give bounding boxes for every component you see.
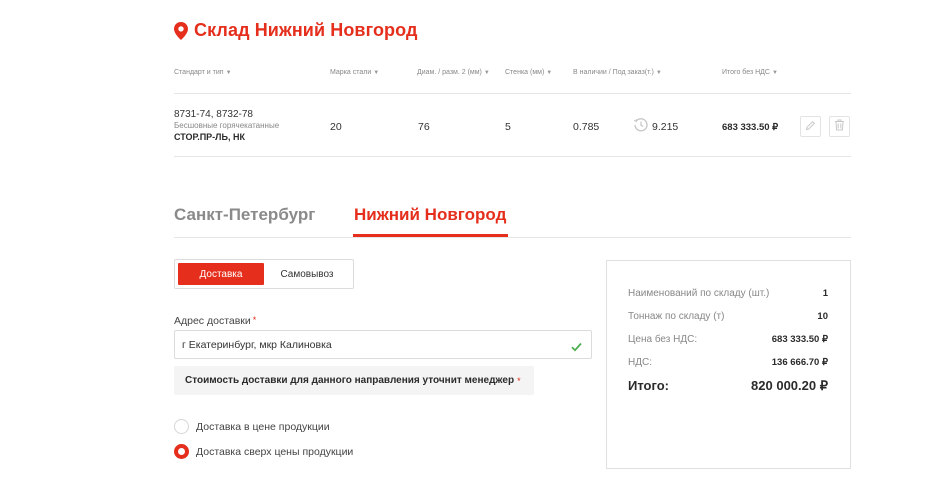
summary-label: Цена без НДС: [628, 334, 698, 345]
summary-total-row: Итого: 820 000.20 ₽ [628, 378, 828, 394]
sort-caret-icon: ▼ [655, 70, 662, 76]
tab-saint-petersburg[interactable]: Санкт-Петербург [174, 205, 315, 225]
sort-caret-icon: ▼ [546, 70, 553, 76]
row-total: 683 333.50 ₽ [722, 122, 779, 133]
column-header-wall[interactable]: Стенка (мм) ▼ [505, 69, 552, 76]
summary-row-vat: НДС: 136 666.70 ₽ [628, 357, 828, 368]
column-header-standard[interactable]: Стандарт и тип ▼ [174, 69, 232, 76]
row-type: Бесшовные горячекатанные [174, 121, 280, 130]
column-header-label: В наличии / Под заказ(т.) [573, 69, 654, 76]
location-pin-icon [174, 21, 188, 40]
address-input[interactable] [174, 330, 592, 359]
delete-icon [834, 118, 845, 136]
summary-total-value: 820 000.20 ₽ [751, 378, 828, 393]
delivery-option-included[interactable]: Доставка в цене продукции [174, 419, 330, 434]
warehouse-title: Склад Нижний Новгород [194, 20, 418, 40]
summary-value: 1 [822, 288, 828, 299]
column-header-label: Диам. / разм. 2 (мм) [417, 69, 482, 76]
radio-label: Доставка сверх цены продукции [196, 445, 354, 458]
delivery-cost-note-text: Стоимость доставки для данного направлен… [185, 375, 515, 386]
radio-button-checked[interactable] [174, 444, 189, 459]
sort-caret-icon: ▼ [373, 70, 380, 76]
summary-value: 10 [817, 311, 828, 322]
radio-label: Доставка в цене продукции [196, 420, 330, 433]
delivery-button[interactable]: Доставка [178, 263, 264, 285]
radio-button[interactable] [174, 419, 189, 434]
sort-caret-icon: ▼ [483, 70, 490, 76]
summary-total-label: Итого: [628, 378, 669, 393]
column-header-total[interactable]: Итого без НДС ▼ [722, 69, 778, 76]
row-on-order: 9.215 [652, 121, 679, 133]
edit-icon [805, 118, 816, 136]
sort-caret-icon: ▼ [225, 70, 232, 76]
tab-nizhny-novgorod[interactable]: Нижний Новгород [354, 205, 506, 225]
sort-caret-icon: ▼ [771, 70, 778, 76]
summary-value: 683 333.50 ₽ [771, 334, 828, 345]
row-in-stock: 0.785 [573, 121, 600, 133]
column-header-label: Стенка (мм) [505, 69, 545, 76]
summary-row-price: Цена без НДС: 683 333.50 ₽ [628, 334, 828, 345]
column-header-steel[interactable]: Марка стали ▼ [330, 69, 379, 76]
column-header-availability[interactable]: В наличии / Под заказ(т.) ▼ [573, 69, 662, 76]
edit-button[interactable] [800, 116, 821, 137]
row-steel: 20 [330, 121, 342, 133]
delivery-option-extra[interactable]: Доставка сверх цены продукции [174, 444, 353, 459]
summary-row-tonnage: Тоннаж по складу (т) 10 [628, 311, 828, 322]
row-wall: 5 [505, 121, 511, 133]
required-mark: * [252, 315, 257, 325]
delivery-method-toggle: Доставка Самовывоз [174, 259, 354, 289]
column-header-diameter[interactable]: Диам. / разм. 2 (мм) ▼ [417, 69, 490, 76]
column-header-label: Марка стали [330, 69, 372, 76]
column-header-label: Стандарт и тип [174, 69, 224, 76]
pickup-button[interactable]: Самовывоз [264, 263, 350, 285]
row-diameter: 76 [418, 121, 430, 133]
summary-label: Тоннаж по складу (т) [628, 311, 725, 322]
clock-icon [633, 117, 649, 133]
column-header-label: Итого без НДС [722, 69, 770, 76]
summary-value: 136 666.70 ₽ [771, 357, 828, 368]
table-header-divider [174, 93, 851, 94]
summary-label: Наименований по складу (шт.) [628, 288, 770, 299]
delivery-cost-note: Стоимость доставки для данного направлен… [174, 366, 534, 395]
row-product-name: СТОР.ПР-ЛЬ, НК [174, 132, 245, 142]
address-label: Адрес доставки * [174, 315, 256, 327]
summary-label: НДС: [628, 357, 652, 368]
summary-row-items: Наименований по складу (шт.) 1 [628, 288, 828, 299]
address-label-text: Адрес доставки [174, 315, 251, 327]
table-row-divider [174, 156, 851, 157]
active-tab-indicator [353, 234, 508, 237]
checkmark-icon [571, 339, 582, 352]
warehouse-header: Склад Нижний Новгород [174, 20, 418, 41]
row-standard: 8731-74, 8732-78 [174, 109, 253, 120]
required-mark: * [517, 375, 521, 386]
delete-button[interactable] [829, 116, 850, 137]
tabs-divider [174, 237, 851, 238]
